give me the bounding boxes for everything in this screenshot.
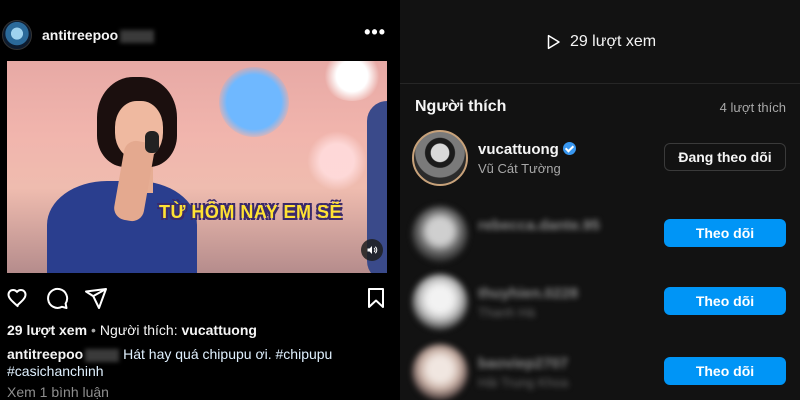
- avatar[interactable]: [412, 130, 468, 186]
- send-icon: [85, 288, 107, 309]
- verified-badge-icon: [562, 142, 576, 155]
- stage-light: [307, 131, 367, 191]
- post-author-avatar[interactable]: [2, 20, 32, 50]
- sound-toggle-button[interactable]: [361, 239, 383, 261]
- post-caption: antitreepoo Hát hay quá chipupu ơi. #chi…: [7, 346, 332, 362]
- liker-row[interactable]: thuyhien.0228 Thanh Hà Theo dõi: [410, 274, 790, 334]
- caption-text: Hát hay quá chipupu ơi. #chipupu: [123, 346, 333, 362]
- post-actions: [0, 286, 400, 312]
- liker-username[interactable]: thuyhien.0228: [478, 285, 578, 302]
- separator-dot: •: [91, 322, 96, 338]
- post-header: antitreepoo •••: [0, 18, 400, 50]
- following-button[interactable]: Đang theo dõi: [664, 143, 786, 171]
- stage-light: [219, 67, 289, 137]
- likes-count: 4 lượt thích: [719, 100, 786, 115]
- liker-username[interactable]: rebecca.dante.95: [478, 217, 600, 234]
- avatar[interactable]: [412, 344, 468, 400]
- stage-light: [322, 61, 382, 101]
- comment-icon: [47, 287, 69, 309]
- liked-by-label: Người thích:: [99, 322, 178, 338]
- save-button[interactable]: [364, 286, 390, 312]
- post-video[interactable]: TỪ HÔM NAY EM SẼ: [7, 61, 387, 273]
- follow-button[interactable]: Theo dõi: [664, 219, 786, 247]
- microphone: [145, 131, 159, 153]
- post-panel: antitreepoo ••• TỪ HÔM NAY EM SẼ 29 lượt…: [0, 0, 400, 400]
- speaker-icon: [367, 246, 378, 254]
- follow-button[interactable]: Theo dõi: [664, 357, 786, 385]
- post-author-username[interactable]: antitreepoo: [42, 27, 155, 43]
- likes-title: Người thích: [415, 98, 507, 115]
- avatar[interactable]: [412, 274, 468, 330]
- redacted-username-suffix: [120, 29, 155, 43]
- comment-button[interactable]: [45, 286, 71, 312]
- post-meta: 29 lượt xem • Người thích: vucattuong: [7, 322, 257, 338]
- liker-username[interactable]: vucattuong: [478, 141, 576, 158]
- share-button[interactable]: [84, 286, 110, 312]
- liked-by-username[interactable]: vucattuong: [182, 322, 257, 338]
- follow-button[interactable]: Theo dõi: [664, 287, 786, 315]
- heart-icon: [7, 288, 27, 308]
- video-subtitle: TỪ HÔM NAY EM SẼ: [159, 202, 342, 222]
- play-icon: [547, 34, 560, 49]
- like-button[interactable]: [6, 286, 32, 312]
- likes-panel: 29 lượt xem Người thích 4 lượt thích vuc…: [400, 0, 800, 400]
- liker-row[interactable]: baoviep2707 Hải Trung Khoa Theo dõi: [410, 344, 790, 400]
- more-options-icon[interactable]: •••: [364, 22, 386, 43]
- caption-hashtag[interactable]: #casichanchinh: [7, 363, 104, 379]
- liker-row[interactable]: vucattuong Vũ Cát Tường Đang theo dõi: [410, 130, 790, 190]
- views-header: 29 lượt xem: [400, 0, 800, 84]
- caption-username[interactable]: antitreepoo: [7, 346, 120, 362]
- liker-fullname: Vũ Cát Tường: [478, 161, 561, 176]
- bookmark-icon: [368, 288, 384, 308]
- liker-row[interactable]: rebecca.dante.95 Theo dõi: [410, 206, 790, 266]
- liker-fullname: Thanh Hà: [478, 305, 536, 320]
- liker-username[interactable]: baoviep2707: [478, 355, 568, 372]
- avatar[interactable]: [412, 206, 468, 262]
- view-comments-link[interactable]: Xem 1 bình luận: [7, 384, 109, 400]
- views-label: 29 lượt xem: [569, 32, 657, 50]
- redacted-username-suffix: [85, 348, 120, 362]
- liker-fullname: Hải Trung Khoa: [478, 375, 569, 390]
- views-count[interactable]: 29 lượt xem: [7, 322, 87, 338]
